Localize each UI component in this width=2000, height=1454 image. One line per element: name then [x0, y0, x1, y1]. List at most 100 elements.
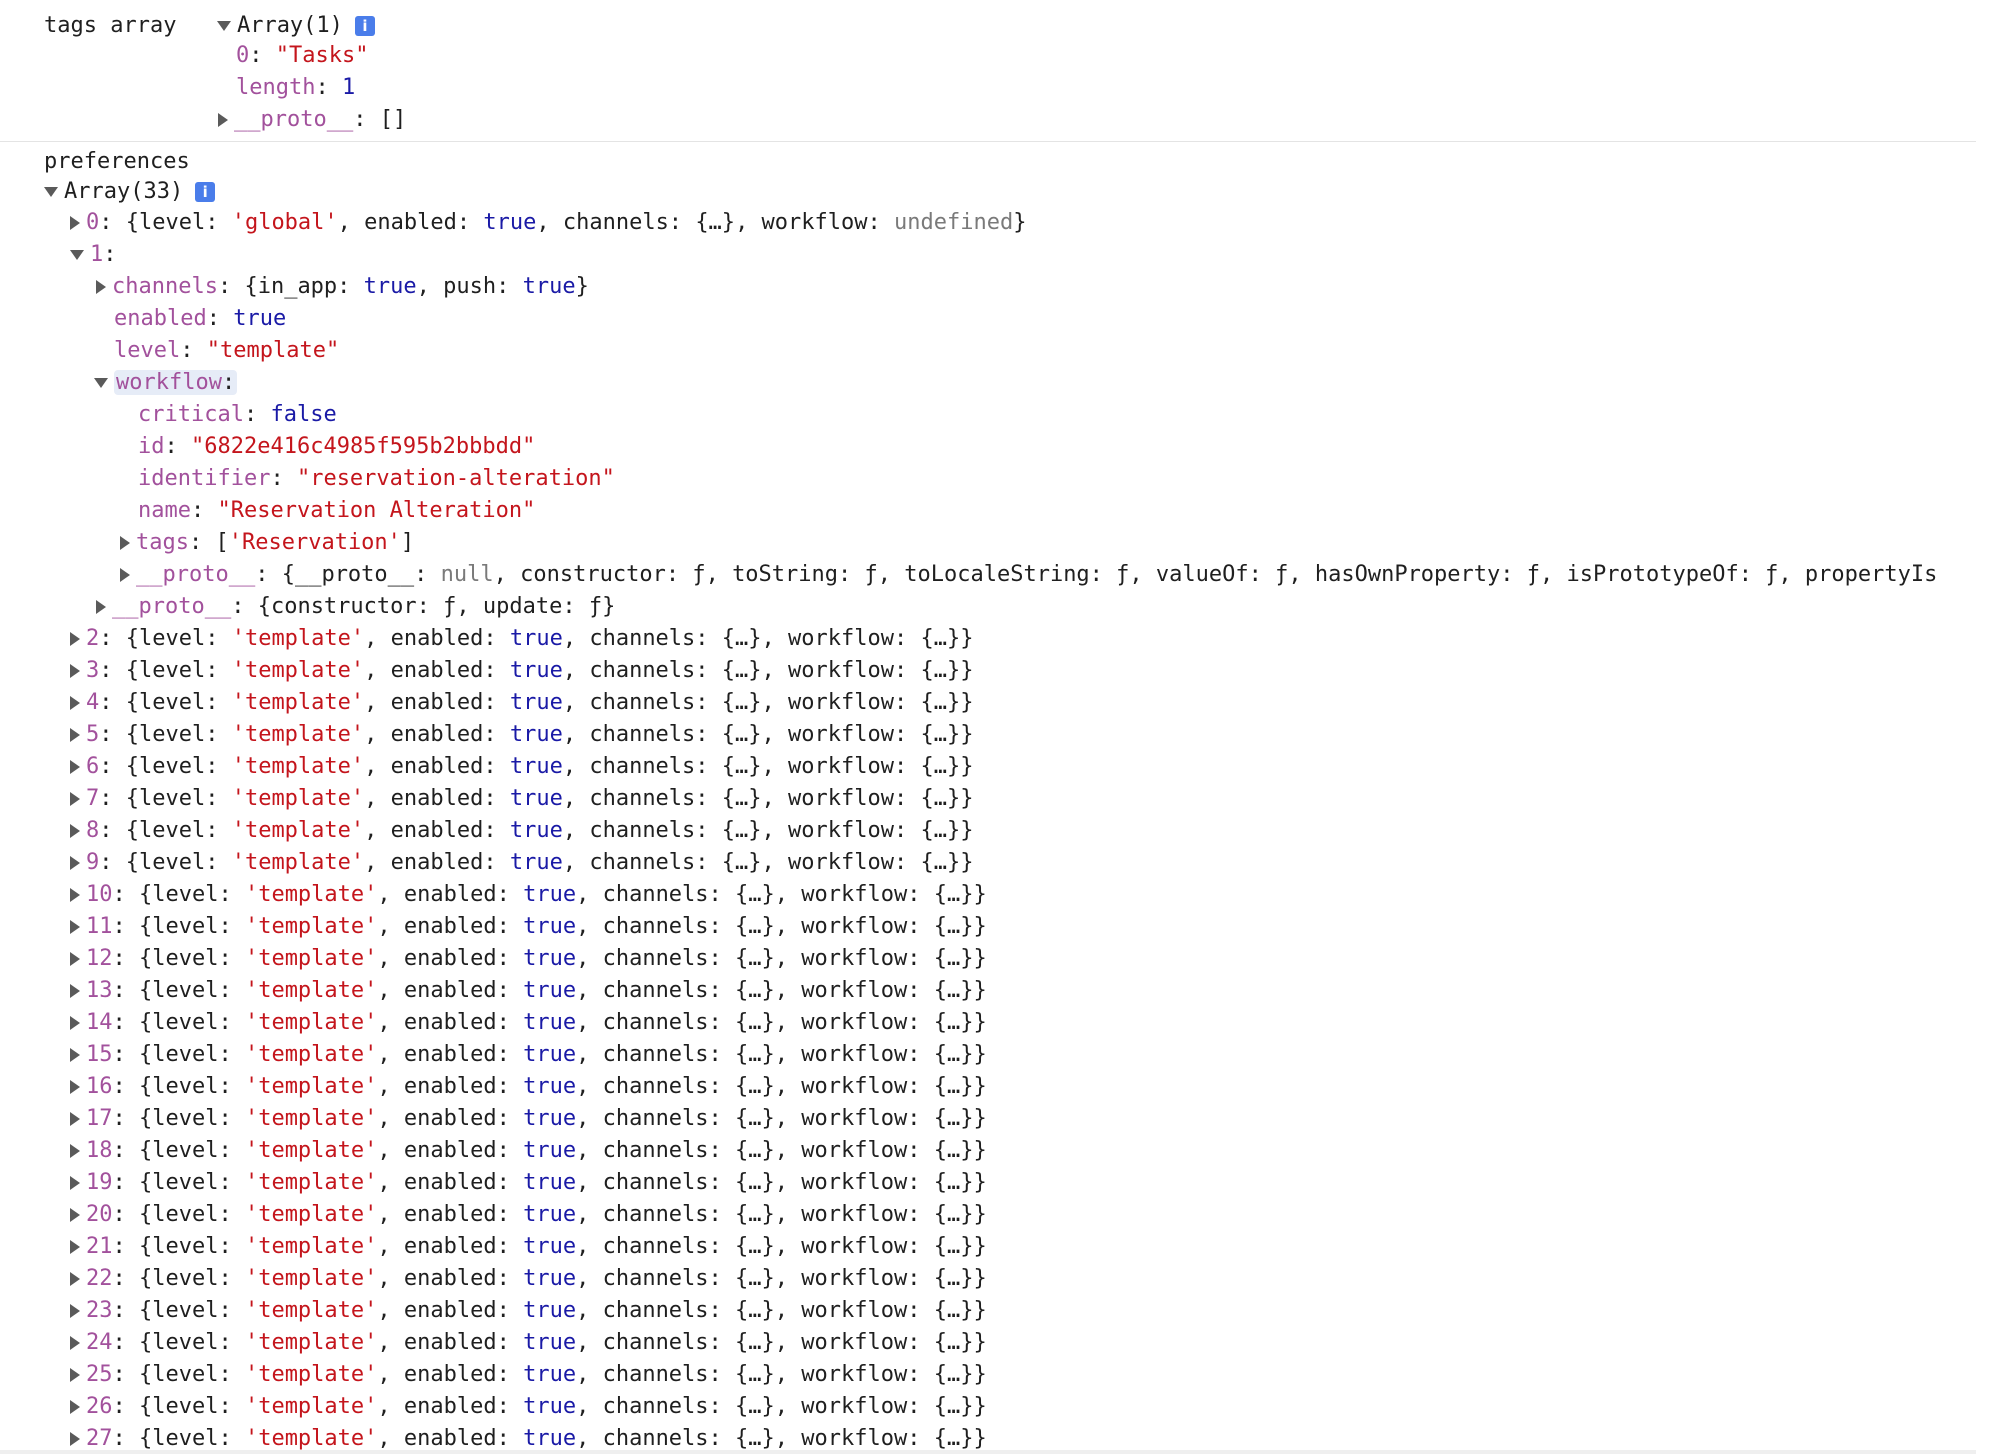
pref-item-row[interactable]: 24: {level: 'template', enabled: true, c… [70, 1327, 987, 1359]
expand-triangle-icon[interactable] [120, 536, 130, 550]
expand-triangle-icon[interactable] [70, 920, 80, 934]
pref-item-row[interactable]: 18: {level: 'template', enabled: true, c… [70, 1135, 987, 1167]
expand-triangle-icon[interactable] [70, 1432, 80, 1446]
pref-item-row[interactable]: 22: {level: 'template', enabled: true, c… [70, 1263, 987, 1295]
proto-value: [] [379, 107, 407, 132]
tags-array-row[interactable]: tags array Array(1) i [44, 10, 375, 42]
tags-array-type[interactable]: Array(1) [237, 13, 343, 38]
expand-triangle-icon[interactable] [70, 216, 80, 230]
enabled-value: true [509, 658, 563, 683]
expand-triangle-icon[interactable] [70, 888, 80, 902]
pref-item-row[interactable]: 23: {level: 'template', enabled: true, c… [70, 1295, 987, 1327]
expand-triangle-icon[interactable] [120, 568, 130, 582]
pref-item-row[interactable]: 6: {level: 'template', enabled: true, ch… [70, 751, 974, 783]
workflow-key[interactable]: workflow [116, 370, 222, 395]
expand-triangle-icon[interactable] [96, 600, 106, 614]
expand-triangle-icon[interactable] [70, 250, 84, 260]
expand-triangle-icon[interactable] [218, 113, 228, 127]
expand-triangle-icon[interactable] [70, 1304, 80, 1318]
tags-item-0: 0: "Tasks" [236, 43, 369, 68]
expand-triangle-icon[interactable] [96, 280, 106, 294]
enabled-value: true [523, 1330, 577, 1355]
expand-triangle-icon[interactable] [94, 378, 108, 388]
expand-triangle-icon[interactable] [70, 1112, 80, 1126]
item-index: 7 [86, 786, 100, 811]
channels-value: {…} [721, 626, 762, 651]
pref-item-row[interactable]: 17: {level: 'template', enabled: true, c… [70, 1103, 987, 1135]
pref-item-row[interactable]: 20: {level: 'template', enabled: true, c… [70, 1199, 987, 1231]
workflow-proto[interactable]: __proto__: {__proto__: null, constructor… [120, 559, 1937, 591]
expand-triangle-icon[interactable] [70, 664, 80, 678]
pref-item-row[interactable]: 11: {level: 'template', enabled: true, c… [70, 911, 987, 943]
expand-triangle-icon[interactable] [70, 632, 80, 646]
pref-item-1[interactable]: 1: [70, 239, 117, 271]
workflow-value: {…} [933, 1010, 974, 1035]
item1-workflow[interactable]: workflow: [94, 367, 238, 399]
pref-item-row[interactable]: 15: {level: 'template', enabled: true, c… [70, 1039, 987, 1071]
pref-item-row[interactable]: 16: {level: 'template', enabled: true, c… [70, 1071, 987, 1103]
pref-item-row[interactable]: 2: {level: 'template', enabled: true, ch… [70, 623, 974, 655]
level-value: 'template' [244, 1106, 378, 1131]
expand-triangle-icon[interactable] [70, 1368, 80, 1382]
expand-triangle-icon[interactable] [70, 1016, 80, 1030]
workflow-id: id: "6822e416c4985f595b2bbbdd" [138, 434, 536, 459]
pref-item-row[interactable]: 14: {level: 'template', enabled: true, c… [70, 1007, 987, 1039]
expand-triangle-icon[interactable] [70, 728, 80, 742]
expand-triangle-icon[interactable] [70, 696, 80, 710]
expand-triangle-icon[interactable] [70, 1208, 80, 1222]
preferences-array-type[interactable]: Array(33) [64, 179, 183, 204]
level-value: 'template' [231, 786, 365, 811]
pref-item-row[interactable]: 9: {level: 'template', enabled: true, ch… [70, 847, 974, 879]
proto-value: constructor: ƒ, toString: ƒ, toLocaleStr… [520, 562, 1938, 587]
workflow-value: {…} [933, 1266, 974, 1291]
workflow-identifier: identifier: "reservation-alteration" [138, 466, 615, 491]
level-value: 'template' [244, 1074, 378, 1099]
expand-triangle-icon[interactable] [44, 187, 58, 197]
item1-channels[interactable]: channels: {in_app: true, push: true} [96, 271, 589, 303]
pref-item-row[interactable]: 10: {level: 'template', enabled: true, c… [70, 879, 987, 911]
channels-value: {…} [721, 850, 762, 875]
expand-triangle-icon[interactable] [70, 952, 80, 966]
info-icon[interactable]: i [195, 182, 216, 202]
expand-triangle-icon[interactable] [70, 824, 80, 838]
pref-item-row[interactable]: 26: {level: 'template', enabled: true, c… [70, 1391, 987, 1423]
pref-item-row[interactable]: 21: {level: 'template', enabled: true, c… [70, 1231, 987, 1263]
channels-value: {…} [721, 722, 762, 747]
level-value: 'template' [244, 1042, 378, 1067]
pref-item-row[interactable]: 13: {level: 'template', enabled: true, c… [70, 975, 987, 1007]
expand-triangle-icon[interactable] [216, 21, 231, 31]
pref-item-row[interactable]: 8: {level: 'template', enabled: true, ch… [70, 815, 974, 847]
item1-proto[interactable]: __proto__: {constructor: ƒ, update: ƒ} [96, 591, 615, 623]
expand-triangle-icon[interactable] [70, 792, 80, 806]
expand-triangle-icon[interactable] [70, 760, 80, 774]
preferences-array-row[interactable]: Array(33) i [44, 176, 216, 208]
pref-item-row[interactable]: 5: {level: 'template', enabled: true, ch… [70, 719, 974, 751]
expand-triangle-icon[interactable] [70, 1272, 80, 1286]
pref-item-row[interactable]: 12: {level: 'template', enabled: true, c… [70, 943, 987, 975]
expand-triangle-icon[interactable] [70, 1144, 80, 1158]
workflow-tags[interactable]: tags: ['Reservation'] [120, 527, 414, 559]
workflow-value: {…} [933, 978, 974, 1003]
level-value: 'template' [244, 946, 378, 971]
expand-triangle-icon[interactable] [70, 1048, 80, 1062]
workflow-value: {…} [920, 722, 961, 747]
pref-item-row[interactable]: 25: {level: 'template', enabled: true, c… [70, 1359, 987, 1391]
level-value: 'template' [244, 1202, 378, 1227]
pref-item-row[interactable]: 3: {level: 'template', enabled: true, ch… [70, 655, 974, 687]
pref-item-row[interactable]: 7: {level: 'template', enabled: true, ch… [70, 783, 974, 815]
expand-triangle-icon[interactable] [70, 1176, 80, 1190]
enabled-value: true [523, 1138, 577, 1163]
tags-value: 'Reservation' [228, 530, 401, 555]
expand-triangle-icon[interactable] [70, 1400, 80, 1414]
pref-item-0[interactable]: 0: {level: 'global', enabled: true, chan… [70, 207, 1026, 239]
pref-item-row[interactable]: 4: {level: 'template', enabled: true, ch… [70, 687, 974, 719]
expand-triangle-icon[interactable] [70, 856, 80, 870]
info-icon[interactable]: i [354, 16, 375, 36]
expand-triangle-icon[interactable] [70, 1240, 80, 1254]
tags-proto[interactable]: __proto__: [] [218, 104, 406, 136]
pref-item-row[interactable]: 19: {level: 'template', enabled: true, c… [70, 1167, 987, 1199]
expand-triangle-icon[interactable] [70, 984, 80, 998]
expand-triangle-icon[interactable] [70, 1336, 80, 1350]
enabled-value: true [509, 786, 563, 811]
expand-triangle-icon[interactable] [70, 1080, 80, 1094]
